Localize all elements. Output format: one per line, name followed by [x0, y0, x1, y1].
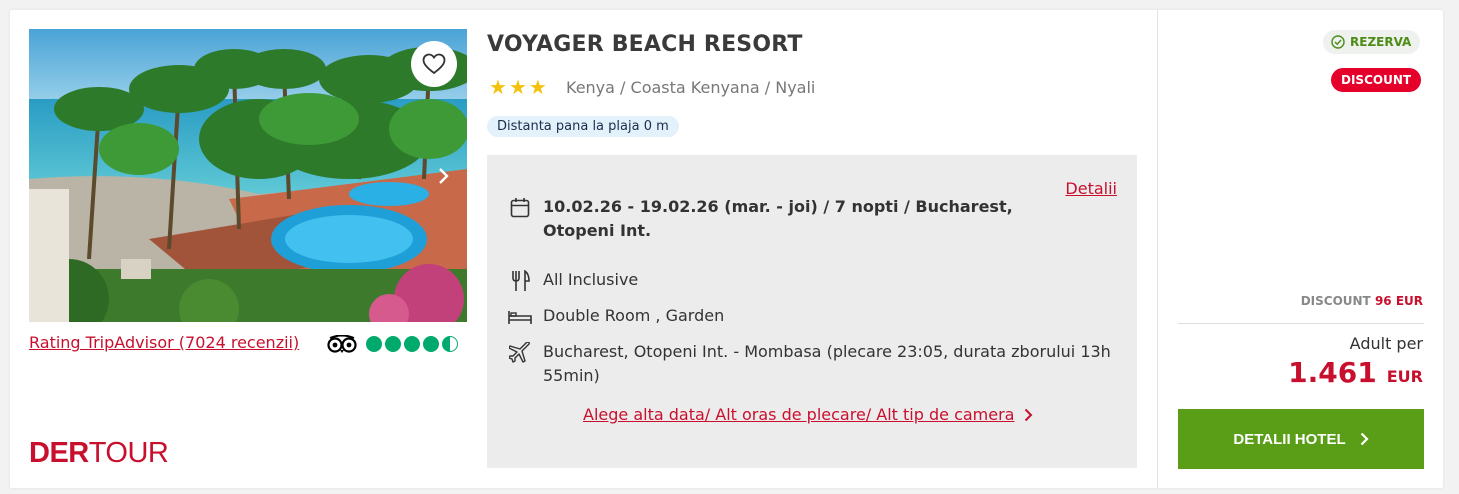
- price: 1.461 EUR: [1288, 356, 1423, 389]
- price-per-label: Adult per: [1349, 334, 1423, 353]
- favorite-button[interactable]: [411, 41, 457, 87]
- dertour-logo: DER TOUR: [29, 437, 169, 469]
- logo-der: DER: [29, 437, 89, 469]
- offer-dates: 10.02.26 - 19.02.26 (mar. - joi) / 7 nop…: [543, 197, 1013, 240]
- column-divider: [1157, 10, 1158, 488]
- star-icon: ★: [489, 75, 507, 99]
- reserve-badge: REZERVA: [1323, 30, 1421, 54]
- offer-details-link[interactable]: Detalii: [1065, 179, 1117, 198]
- discount-label: DISCOUNT: [1300, 294, 1371, 308]
- change-options-label: Alege alta data/ Alt oras de plecare/ Al…: [583, 405, 1015, 424]
- star-icon: ★: [528, 75, 547, 99]
- room-row: Double Room , Garden: [507, 304, 724, 330]
- board-row: All Inclusive: [507, 268, 638, 294]
- rating-dot-3: [404, 336, 420, 352]
- resort-image: [29, 29, 467, 322]
- cutlery-icon: [507, 268, 533, 294]
- rating-dot-1: [366, 336, 382, 352]
- calendar-icon: [507, 195, 533, 221]
- discount-badge: DISCOUNT: [1331, 68, 1422, 92]
- offer-info-box: Detalii 10.02.26 - 19.02.26 (mar. - joi)…: [487, 155, 1137, 468]
- tripadvisor-score: [327, 335, 458, 353]
- hotel-details-button[interactable]: DETALII HOTEL: [1178, 409, 1424, 469]
- offer-board: All Inclusive: [543, 270, 639, 289]
- discount-amount: 96 EUR: [1374, 294, 1423, 308]
- bed-icon: [507, 304, 533, 330]
- rating-dot-4: [423, 336, 439, 352]
- check-circle-icon: [1331, 35, 1345, 49]
- price-value: 1.461: [1288, 356, 1377, 389]
- hotel-photo[interactable]: [29, 29, 467, 322]
- tripadvisor-rating-link[interactable]: Rating TripAdvisor (7024 recenzii): [29, 333, 299, 352]
- hotel-card: Rating TripAdvisor (7024 recenzii) DER TO…: [10, 10, 1443, 488]
- rating-dot-5: [442, 336, 458, 352]
- reserve-label: REZERVA: [1350, 35, 1412, 49]
- chevron-right-icon: [1360, 432, 1369, 446]
- chevron-right-icon: [1025, 408, 1033, 421]
- beach-distance-badge: Distanta pana la plaja 0 m: [487, 116, 679, 137]
- hotel-location: Kenya / Coasta Kenyana / Nyali: [566, 78, 816, 97]
- airplane-icon: [507, 340, 533, 366]
- change-options-link[interactable]: Alege alta data/ Alt oras de plecare/ Al…: [583, 405, 1033, 424]
- star-icon: ★: [508, 75, 527, 99]
- offer-room: Double Room , Garden: [543, 306, 725, 325]
- discount-line: DISCOUNT 96 EUR: [1301, 294, 1423, 308]
- heart-icon: [422, 53, 446, 75]
- price-currency: EUR: [1386, 367, 1423, 386]
- owl-icon: [327, 335, 357, 353]
- logo-tour: TOUR: [88, 437, 169, 469]
- hotel-details-label: DETALII HOTEL: [1233, 430, 1346, 448]
- next-photo-button[interactable]: [429, 159, 459, 193]
- hotel-stars: ★ ★ ★: [489, 77, 547, 97]
- hotel-title[interactable]: VOYAGER BEACH RESORT: [487, 32, 803, 57]
- price-divider: [1178, 323, 1424, 324]
- offer-flight: Bucharest, Otopeni Int. - Mombasa (pleca…: [543, 342, 1111, 385]
- dates-row: 10.02.26 - 19.02.26 (mar. - joi) / 7 nop…: [507, 195, 1067, 243]
- chevron-right-icon: [439, 168, 449, 184]
- rating-dot-2: [385, 336, 401, 352]
- flight-row: Bucharest, Otopeni Int. - Mombasa (pleca…: [507, 340, 1127, 388]
